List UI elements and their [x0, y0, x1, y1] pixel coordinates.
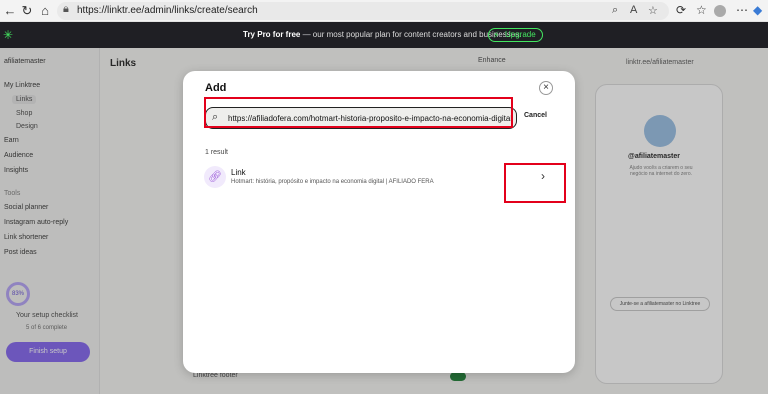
close-icon[interactable]: ×	[539, 81, 553, 95]
favorites-icon[interactable]: ☆	[696, 3, 707, 17]
result-description: Hotmart: história, propósito e impacto n…	[231, 179, 434, 185]
extensions-icon[interactable]: ⟳	[676, 3, 686, 17]
favorite-icon[interactable]: ☆	[648, 4, 658, 17]
linktree-logo-icon: ✳	[3, 28, 14, 42]
link-icon: 🔗︎	[204, 166, 226, 188]
highlight-search-field	[204, 97, 513, 128]
browser-toolbar: ← ↻ ⌂ 🔒︎ https://linktr.ee/admin/links/c…	[0, 0, 768, 22]
more-icon[interactable]: ⋯	[736, 3, 748, 17]
cancel-button[interactable]: Cancel	[524, 112, 547, 119]
promo-banner: ✳ Try Pro for free — our most popular pl…	[0, 22, 768, 48]
address-bar[interactable]: 🔒︎ https://linktr.ee/admin/links/create/…	[57, 2, 669, 20]
copilot-icon[interactable]: ◆	[753, 3, 762, 17]
modal-title: Add	[205, 82, 227, 94]
profile-avatar[interactable]	[714, 5, 726, 17]
home-icon[interactable]: ⌂	[37, 3, 53, 19]
reload-icon[interactable]: ↻	[19, 3, 35, 19]
read-aloud-icon[interactable]: A	[630, 4, 637, 16]
zoom-icon[interactable]: ⌕	[612, 4, 618, 17]
upgrade-button[interactable]: ⚡︎ Upgrade	[488, 28, 543, 42]
result-count: 1 result	[205, 149, 228, 156]
result-title: Link	[231, 168, 246, 177]
highlight-result-chevron	[504, 163, 566, 203]
lock-icon: 🔒︎	[63, 3, 69, 15]
banner-text: Try Pro for free — our most popular plan…	[243, 30, 522, 39]
back-icon[interactable]: ←	[2, 3, 18, 19]
lightning-icon: ⚡︎	[493, 30, 500, 40]
address-url[interactable]: https://linktr.ee/admin/links/create/sea…	[77, 5, 258, 16]
